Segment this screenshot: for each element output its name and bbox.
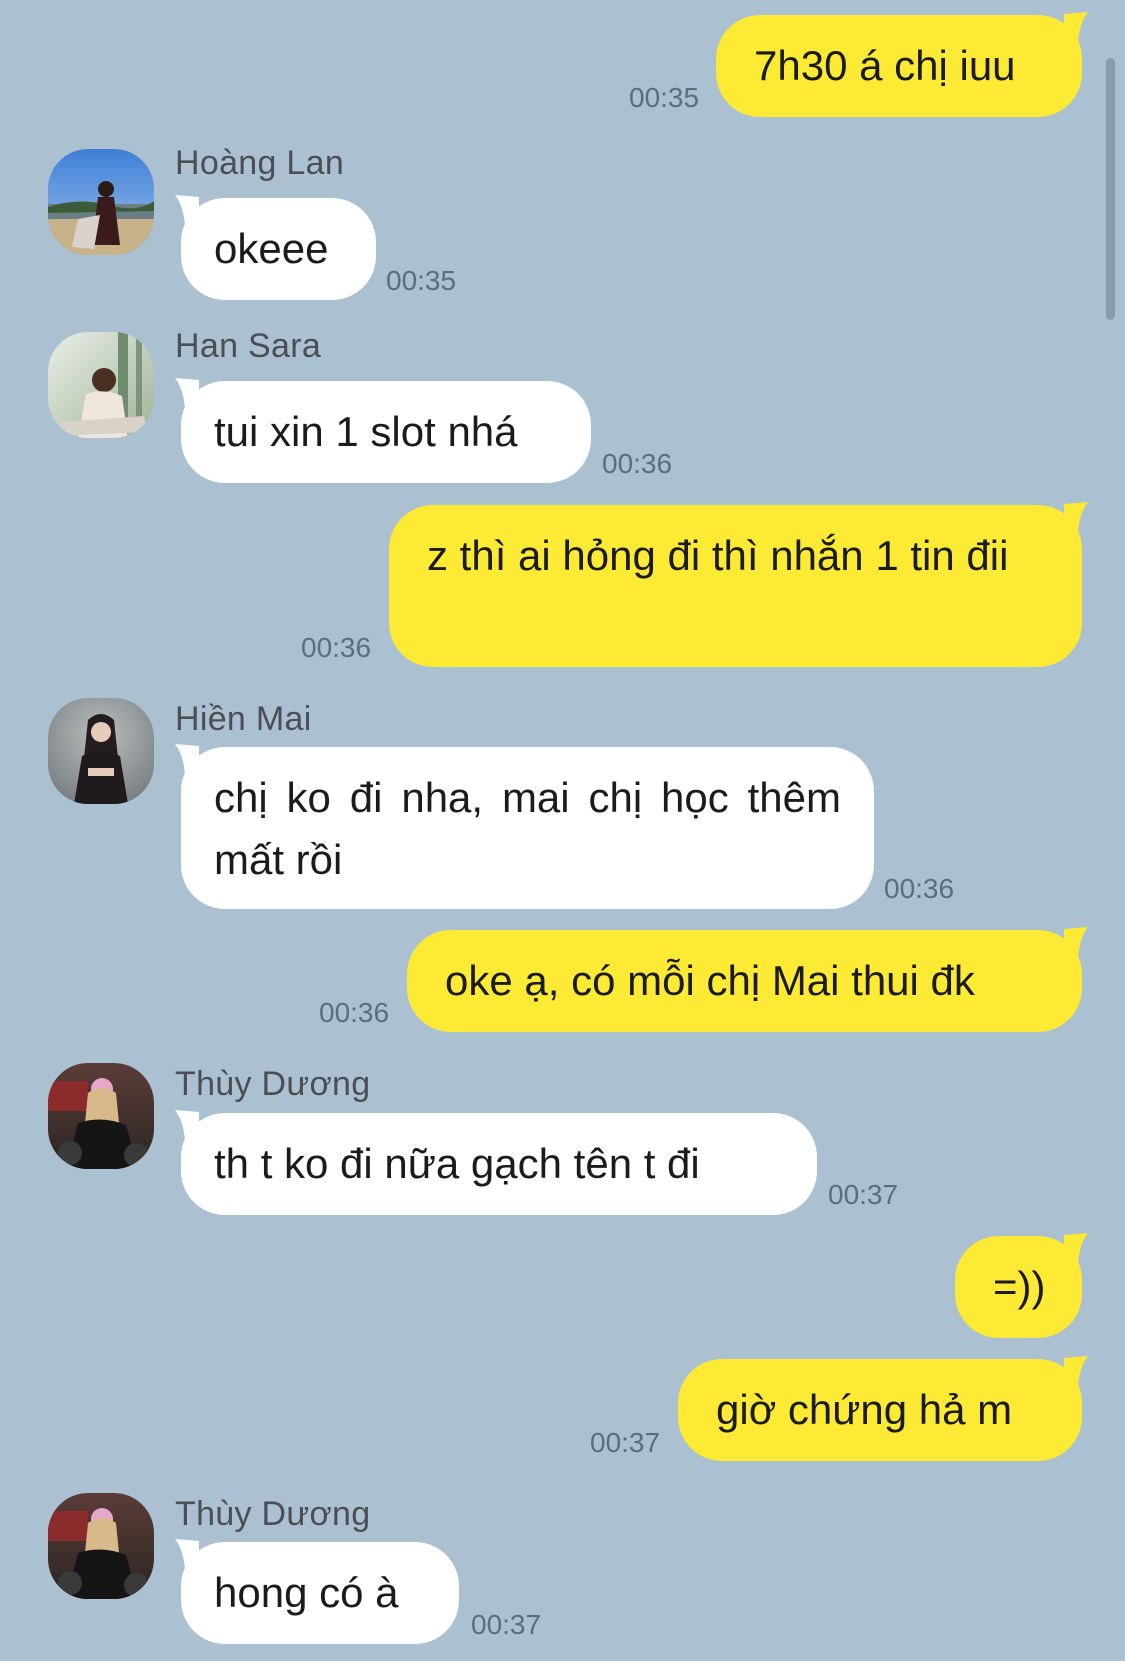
message-text: th t ko đi nữa gạch tên t đi [214,1140,700,1187]
bubble-tail-icon [175,744,199,774]
message-bubble-outgoing[interactable]: z thì ai hỏng đi thì nhắn 1 tin đii [389,502,1088,667]
message-bubble-outgoing[interactable]: giờ chứng hả m [678,1356,1088,1461]
message-bubble-outgoing[interactable]: 7h30 á chị iuu [716,12,1088,117]
message-text: z thì ai hỏng đi thì nhắn 1 tin đii [427,532,1009,579]
chat-thread[interactable]: 7h30 á chị iuu 00:35 Hoàng Lan okeee 00:… [0,0,1125,1661]
message-text: oke ạ, có mỗi chị Mai thui đk [445,957,975,1004]
bubble-tail-icon [175,378,199,408]
message-text: hong có à [214,1569,399,1616]
message-outgoing: 7h30 á chị iuu 00:35 [0,0,1125,130]
message-timestamp: 00:37 [471,1609,542,1640]
avatar[interactable] [48,1493,154,1599]
message-timestamp: 00:37 [828,1179,899,1210]
message-incoming: Thùy Dương hong có à 00:37 [0,1484,1125,1661]
message-incoming: Han Sara tui xin 1 slot nhá 00:36 [0,323,1125,493]
message-timestamp: 00:36 [301,632,372,663]
message-outgoing: =)) [0,1233,1125,1346]
message-bubble-incoming[interactable]: okeee [175,195,376,300]
profile-photo-icon [48,332,154,438]
message-timestamp: 00:35 [386,265,457,296]
sender-name: Hiền Mai [175,700,312,738]
sender-name: Hoàng Lan [175,144,345,182]
message-timestamp: 00:36 [319,997,390,1028]
message-incoming: Hoàng Lan okeee 00:35 [0,140,1125,310]
profile-photo-icon [48,149,154,255]
sender-name: Thùy Dương [175,1065,371,1103]
message-bubble-outgoing[interactable]: oke ạ, có mỗi chị Mai thui đk [407,927,1088,1032]
bubble-tail-icon [175,1110,199,1140]
bubble-tail-icon [1064,1356,1088,1386]
message-timestamp: 00:36 [602,448,673,479]
avatar[interactable] [48,332,154,438]
sender-name: Han Sara [175,327,322,365]
bubble-tail-icon [1064,1233,1088,1263]
bubble-tail-icon [1064,502,1088,532]
profile-photo-icon [48,1063,154,1169]
message-timestamp: 00:35 [629,82,700,113]
profile-photo-icon [48,1493,154,1599]
message-bubble-incoming[interactable]: chị ko đi nha, mai chị học thêm mất rồi [175,744,874,909]
message-bubble-incoming[interactable]: hong có à [175,1539,459,1644]
message-text: =)) [993,1263,1046,1310]
message-text: tui xin 1 slot nhá [214,408,518,455]
bubble-tail-icon [175,195,199,225]
message-bubble-incoming[interactable]: th t ko đi nữa gạch tên t đi [175,1110,817,1215]
message-incoming: Thùy Dương th t ko đi nữa gạch tên t đi … [0,1054,1125,1224]
message-text: okeee [214,225,329,272]
message-outgoing: giờ chứng hả m 00:37 [0,1356,1125,1469]
avatar[interactable] [48,1063,154,1169]
message-text: chị ko đi nha, mai chị học thêm mất rồi [214,774,841,883]
bubble-tail-icon [1064,927,1088,957]
avatar[interactable] [48,149,154,255]
message-timestamp: 00:36 [884,873,955,904]
message-bubble-incoming[interactable]: tui xin 1 slot nhá [175,378,591,483]
avatar[interactable] [48,698,154,804]
message-bubble-outgoing[interactable]: =)) [955,1233,1088,1338]
message-outgoing: z thì ai hỏng đi thì nhắn 1 tin đii 00:3… [0,502,1125,675]
profile-photo-icon [48,698,154,804]
message-outgoing: oke ạ, có mỗi chị Mai thui đk 00:36 [0,927,1125,1050]
bubble-tail-icon [1064,12,1088,42]
message-incoming: Hiền Mai chị ko đi nha, mai chị học thêm… [0,689,1125,919]
message-timestamp: 00:37 [590,1427,661,1458]
message-text: 7h30 á chị iuu [754,42,1016,89]
sender-name: Thùy Dương [175,1495,371,1533]
bubble-tail-icon [175,1539,199,1569]
message-text: giờ chứng hả m [716,1386,1013,1433]
scrollbar[interactable] [1106,58,1115,320]
